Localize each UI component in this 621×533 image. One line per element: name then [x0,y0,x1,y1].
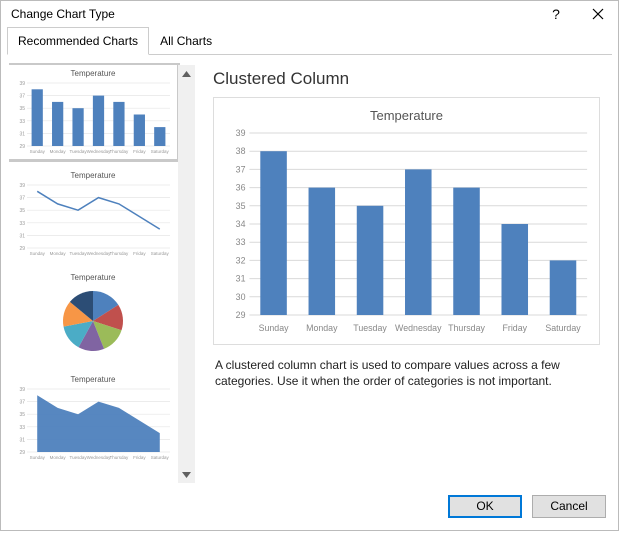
svg-text:30: 30 [236,292,246,302]
chevron-up-icon [182,71,191,77]
svg-text:39: 39 [19,387,25,393]
scroll-down-button[interactable] [178,466,195,483]
svg-text:Tuesday: Tuesday [353,323,387,333]
svg-text:37: 37 [236,164,246,174]
svg-text:36: 36 [236,183,246,193]
close-button[interactable] [586,8,610,20]
svg-text:29: 29 [19,450,25,456]
svg-text:Friday: Friday [133,251,146,256]
svg-text:Thursday: Thursday [448,323,485,333]
thumb-clustered-column[interactable]: Temperature 29 31 33 35 37 39 Sunday MondayTues… [9,65,177,159]
ok-button[interactable]: OK [448,495,522,518]
thumb-title: Temperature [13,69,173,78]
svg-text:37: 37 [19,196,25,202]
svg-text:38: 38 [236,146,246,156]
svg-text:33: 33 [19,119,25,125]
svg-text:39: 39 [19,183,25,189]
svg-text:33: 33 [236,237,246,247]
pie-chart-icon [13,284,173,358]
svg-text:35: 35 [19,106,25,112]
svg-text:Saturday: Saturday [151,149,170,154]
line-chart-icon: 29 31 33 35 37 39 Sunday MondayTuesdayWednesday… [13,182,173,256]
scroll-up-button[interactable] [178,65,195,82]
svg-text:Friday: Friday [133,149,146,154]
thumb-title: Temperature [13,375,173,384]
svg-text:Monday: Monday [50,455,67,460]
clustered-column-chart: 29 30 31 32 33 34 35 36 37 38 39 Sunday Monday Tuesda… [220,127,593,337]
tabs: Recommended Charts All Charts [1,27,618,55]
content-area: Temperature 293133353739SundayMondayTues… [1,55,618,485]
svg-text:Wednesday: Wednesday [395,323,442,333]
chevron-down-icon [182,472,191,478]
sidebar-scrollbar[interactable] [178,65,195,483]
cancel-button[interactable]: Cancel [532,495,606,518]
thumb-title: Temperature [13,171,173,180]
svg-text:37: 37 [19,94,25,100]
svg-text:Sunday: Sunday [259,323,289,333]
svg-text:Saturday: Saturday [545,323,581,333]
svg-text:29: 29 [19,144,25,150]
svg-text:Thursday: Thursday [110,149,130,154]
svg-text:29: 29 [236,310,246,320]
svg-text:Tuesday: Tuesday [70,455,88,460]
svg-text:Monday: Monday [50,149,67,154]
bar-chart-icon: 29 31 33 35 37 39 Sunday MondayTuesdayWednesday… [13,80,173,154]
chart-description: A clustered column chart is used to comp… [215,357,598,389]
tab-all-charts[interactable]: All Charts [149,27,223,55]
svg-text:35: 35 [19,412,25,418]
change-chart-type-dialog: Change Chart Type ? Recommended Charts A… [0,0,619,531]
thumb-pie[interactable]: Temperature [9,269,177,363]
svg-text:Sunday: Sunday [30,251,46,256]
chart-type-title: Clustered Column [213,69,600,89]
window-title: Change Chart Type [11,7,115,21]
svg-text:33: 33 [19,425,25,431]
svg-text:Saturday: Saturday [151,251,170,256]
svg-text:Sunday: Sunday [30,149,46,154]
svg-text:35: 35 [19,208,25,214]
dialog-footer: OK Cancel [1,485,618,530]
tab-recommended-charts[interactable]: Recommended Charts [7,27,149,55]
svg-text:Wednesday: Wednesday [87,455,111,460]
svg-text:34: 34 [236,219,246,229]
svg-text:39: 39 [19,81,25,87]
svg-text:32: 32 [236,255,246,265]
svg-text:Friday: Friday [133,455,146,460]
main-pane: Clustered Column Temperature 29 30 31 32 33 3… [195,63,610,485]
svg-text:31: 31 [236,274,246,284]
chart-title: Temperature [220,108,593,123]
svg-text:39: 39 [236,128,246,138]
svg-text:Sunday: Sunday [30,455,46,460]
close-icon [592,8,604,20]
svg-text:31: 31 [19,131,25,137]
svg-text:31: 31 [19,233,25,239]
titlebar: Change Chart Type ? [1,1,618,27]
svg-text:Wednesday: Wednesday [87,149,111,154]
svg-text:35: 35 [236,201,246,211]
thumb-area[interactable]: Temperature 29 31 33 35 37 39 Sunday MondayTues… [9,371,177,465]
svg-text:Monday: Monday [50,251,67,256]
svg-text:31: 31 [19,437,25,443]
chart-preview[interactable]: Temperature 29 30 31 32 33 34 35 36 37 38 39 Sunday… [213,97,600,345]
svg-text:29: 29 [19,246,25,252]
area-chart-icon: 29 31 33 35 37 39 Sunday MondayTuesdayWednesday… [13,386,173,460]
svg-text:Wednesday: Wednesday [87,251,111,256]
thumb-title: Temperature [13,273,173,282]
svg-text:Friday: Friday [502,323,527,333]
svg-text:Saturday: Saturday [151,455,170,460]
svg-text:Tuesday: Tuesday [70,149,88,154]
svg-text:Tuesday: Tuesday [70,251,88,256]
help-button[interactable]: ? [544,7,568,21]
recommended-sidebar: Temperature 293133353739SundayMondayTues… [9,63,195,485]
thumbnail-list: Temperature 293133353739SundayMondayTues… [9,63,195,485]
svg-text:37: 37 [19,400,25,406]
svg-text:Monday: Monday [306,323,338,333]
svg-text:Thursday: Thursday [110,455,130,460]
svg-text:Thursday: Thursday [110,251,130,256]
svg-text:33: 33 [19,221,25,227]
thumb-line[interactable]: Temperature 29 31 33 35 37 39 Sunday MondayTues… [9,167,177,261]
